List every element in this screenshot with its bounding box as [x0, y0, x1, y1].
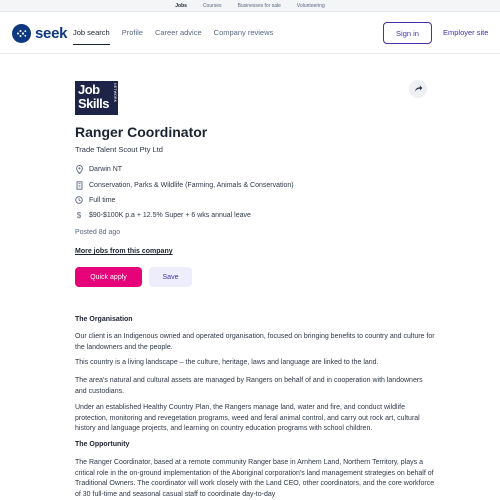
share-icon: [414, 80, 423, 98]
posted-date: Posted 8d ago: [75, 229, 121, 236]
main-nav: Job search Profile Career advice Company…: [73, 12, 273, 54]
company-logo-line2: Skills: [78, 96, 109, 111]
section-heading-organisation: The Organisation: [75, 316, 133, 323]
location-pin-icon: [75, 164, 83, 174]
company-logo-line1: Job: [78, 82, 100, 97]
more-jobs-link[interactable]: More jobs from this company: [75, 248, 173, 255]
description-paragraph: Our client is an Indigenous owned and op…: [75, 333, 435, 351]
site-header: seek Job search Profile Career advice Co…: [0, 12, 500, 54]
nav-company-reviews[interactable]: Company reviews: [214, 12, 274, 54]
dollar-icon: $: [76, 210, 82, 220]
top-link-businesses[interactable]: Businesses for sale: [238, 3, 281, 9]
nav-job-search[interactable]: Job search: [73, 12, 110, 54]
section-heading-opportunity: The Opportunity: [75, 441, 130, 448]
quick-apply-button[interactable]: Quick apply: [75, 267, 142, 287]
advertiser-name: Trade Talent Scout Pty Ltd: [75, 145, 163, 154]
logo-text: seek: [35, 25, 68, 42]
seek-logo-icon: [12, 24, 31, 43]
save-button[interactable]: Save: [149, 267, 192, 287]
job-work-type: Full time: [89, 196, 116, 204]
job-worktype-row: Full time: [75, 195, 115, 205]
company-logo-line3: NETWORK: [113, 83, 117, 103]
building-icon: [75, 180, 83, 190]
top-link-jobs[interactable]: Jobs: [175, 3, 187, 9]
employer-site-link[interactable]: Employer site: [443, 22, 488, 44]
clock-icon: [75, 195, 83, 205]
top-link-volunteering[interactable]: Volunteering: [297, 3, 325, 9]
top-links-bar: Jobs Courses Businesses for sale Volunte…: [0, 0, 500, 12]
description-paragraph: The area's natural and cultural assets a…: [75, 377, 423, 395]
job-classification-row: Conservation, Parks & Wildlife (Farming,…: [75, 180, 294, 190]
job-salary-row: $ $90-$100K p.a + 12.5% Super + 6 wks an…: [75, 210, 251, 220]
share-button[interactable]: [409, 80, 427, 98]
job-location: Darwin NT: [89, 165, 123, 173]
top-link-courses[interactable]: Courses: [203, 3, 222, 9]
seek-logo[interactable]: seek: [12, 24, 67, 43]
job-title: Ranger Coordinator: [75, 124, 208, 140]
description-paragraph: Under an established Healthy Country Pla…: [75, 404, 420, 432]
job-salary: $90-$100K p.a + 12.5% Super + 6 wks annu…: [89, 211, 251, 219]
job-location-row: Darwin NT: [75, 164, 122, 174]
company-logo: Job Skills NETWORK: [75, 81, 118, 115]
sign-in-button[interactable]: Sign in: [383, 22, 432, 44]
description-paragraph: The Ranger Coordinator, based at a remot…: [75, 459, 435, 498]
nav-profile[interactable]: Profile: [122, 12, 143, 54]
nav-career-advice[interactable]: Career advice: [155, 12, 202, 54]
job-classification: Conservation, Parks & Wildlife (Farming,…: [89, 181, 294, 189]
description-paragraph: This country is a living landscape – the…: [75, 359, 379, 366]
